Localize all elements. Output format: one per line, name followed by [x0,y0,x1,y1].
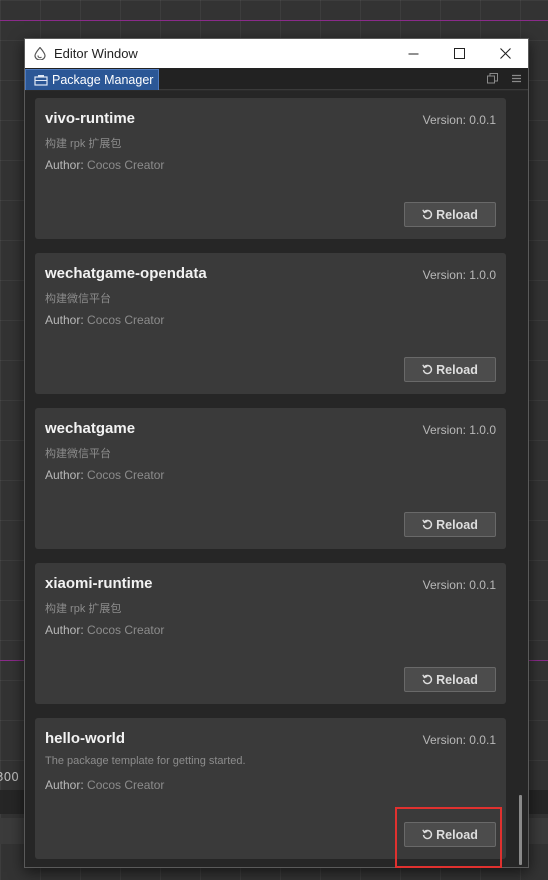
popout-icon[interactable] [486,72,499,85]
package-description: 构建 rpk 扩展包 [45,603,122,615]
minimize-button[interactable] [390,39,436,68]
package-version: Version: 1.0.0 [422,423,496,437]
package-author: Author: Cocos Creator [45,623,164,637]
editor-window: Editor Window Package Manager vivo-runti… [24,38,529,868]
package-name: wechatgame-opendata [45,265,207,282]
reload-button[interactable]: Reload [404,512,496,537]
tab-label: Package Manager [52,73,154,87]
package-name: xiaomi-runtime [45,575,153,592]
menu-icon[interactable] [510,72,523,85]
package-card: wechatgame Version: 1.0.0 构建微信平台 Author:… [35,408,506,549]
panel-tabbar: Package Manager [25,68,528,90]
author-label: Author: [45,158,84,172]
author-label: Author: [45,468,84,482]
reload-icon [422,519,433,530]
package-name: vivo-runtime [45,110,136,127]
package-version: Version: 0.0.1 [422,578,496,592]
close-button[interactable] [482,39,528,68]
maximize-button[interactable] [436,39,482,68]
package-card: vivo-runtime Version: 0.0.1 构建 rpk 扩展包 A… [35,98,506,239]
package-author: Author: Cocos Creator [45,158,164,172]
package-author: Author: Cocos Creator [45,468,164,482]
package-icon [34,75,48,86]
tab-package-manager[interactable]: Package Manager [25,69,159,90]
package-description: The package template for getting started… [45,755,246,767]
author-label: Author: [45,778,84,792]
reload-button[interactable]: Reload [404,202,496,227]
reload-button[interactable]: Reload [404,667,496,692]
author-value: Cocos Creator [87,468,165,482]
reload-button[interactable]: Reload [404,357,496,382]
package-card: wechatgame-opendata Version: 1.0.0 构建微信平… [35,253,506,394]
author-value: Cocos Creator [87,778,165,792]
package-version: Version: 1.0.0 [422,268,496,282]
reload-label: Reload [436,517,478,532]
reload-label: Reload [436,207,478,222]
package-list[interactable]: vivo-runtime Version: 0.0.1 构建 rpk 扩展包 A… [25,91,528,867]
close-icon [499,48,511,59]
maximize-icon [453,48,465,59]
package-name: hello-world [45,730,125,747]
window-titlebar[interactable]: Editor Window [25,39,528,68]
author-label: Author: [45,623,84,637]
author-label: Author: [45,313,84,327]
reload-label: Reload [436,672,478,687]
author-value: Cocos Creator [87,623,165,637]
package-name: wechatgame [45,420,136,437]
package-version: Version: 0.0.1 [422,733,496,747]
window-title: Editor Window [54,46,138,61]
author-value: Cocos Creator [87,313,165,327]
scrollbar-thumb[interactable] [519,795,522,865]
minimize-icon [408,53,418,55]
package-description: 构建微信平台 [45,293,111,305]
package-description: 构建 rpk 扩展包 [45,138,122,150]
reload-icon [422,364,433,375]
package-card: xiaomi-runtime Version: 0.0.1 构建 rpk 扩展包… [35,563,506,704]
package-description: 构建微信平台 [45,448,111,460]
package-version: Version: 0.0.1 [422,113,496,127]
highlight-box [395,807,502,868]
reload-label: Reload [436,362,478,377]
author-value: Cocos Creator [87,158,165,172]
scene-axis-label: 300 [0,770,19,784]
reload-icon [422,209,433,220]
cocos-drop-icon [34,47,46,60]
scene-guide-line-top [0,20,548,21]
reload-icon [422,674,433,685]
package-author: Author: Cocos Creator [45,313,164,327]
package-author: Author: Cocos Creator [45,778,164,792]
